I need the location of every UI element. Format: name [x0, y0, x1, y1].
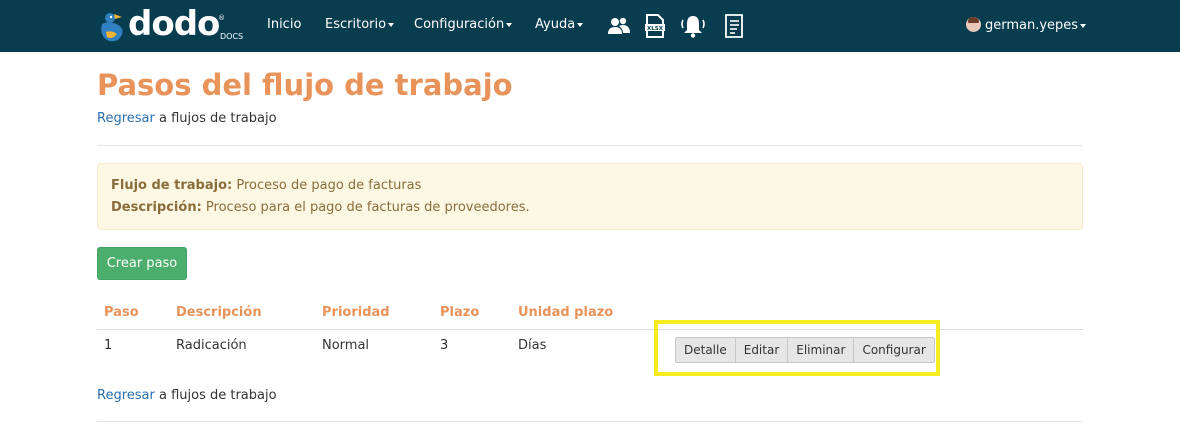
- row-actions: Detalle Editar Eliminar Configurar: [675, 337, 935, 363]
- caret-down-icon: [1080, 23, 1087, 28]
- workflow-info-row: Flujo de trabajo: Proceso de pago de fac…: [111, 178, 421, 193]
- divider-top: [97, 145, 1083, 146]
- nav-configuracion-label: Configuración: [414, 17, 505, 32]
- document-list-icon[interactable]: [721, 12, 747, 40]
- nav-configuracion[interactable]: Configuración: [414, 17, 513, 32]
- table-header-paso: Paso: [104, 305, 139, 320]
- cell-unidad-plazo: Días: [518, 338, 547, 353]
- table-header-descripcion: Descripción: [176, 305, 262, 320]
- bell-icon[interactable]: [680, 12, 706, 40]
- table-header-plazo: Plazo: [440, 305, 480, 320]
- back-link-bottom[interactable]: Regresar: [97, 388, 155, 403]
- create-step-button[interactable]: Crear paso: [97, 247, 187, 280]
- nav-inicio[interactable]: Inicio: [267, 17, 301, 32]
- nav-ayuda[interactable]: Ayuda: [535, 17, 584, 32]
- cell-prioridad: Normal: [322, 338, 370, 353]
- table-header-prioridad: Prioridad: [322, 305, 390, 320]
- users-icon[interactable]: [606, 12, 632, 40]
- configure-button[interactable]: Configurar: [854, 337, 935, 363]
- edit-button[interactable]: Editar: [735, 337, 789, 363]
- table-header-unidad-plazo: Unidad plazo: [518, 305, 614, 320]
- cell-paso: 1: [104, 338, 113, 353]
- user-menu[interactable]: german.yepes: [966, 17, 1087, 33]
- workflow-label: Flujo de trabajo:: [111, 178, 233, 193]
- logo-text: dodo: [128, 4, 220, 44]
- divider-bottom: [97, 421, 1083, 422]
- caret-down-icon: [577, 22, 584, 27]
- description-info-row: Descripción: Proceso para el pago de fac…: [111, 200, 530, 215]
- back-line-bottom: Regresar a flujos de trabajo: [97, 388, 277, 403]
- page-title: Pasos del flujo de trabajo: [97, 68, 513, 102]
- dodo-docs-logo[interactable]: dodo ® DOCS: [98, 4, 248, 46]
- xlsx-file-icon[interactable]: XLSX: [642, 12, 668, 40]
- logo-subtext: DOCS: [220, 32, 244, 41]
- description-value: Proceso para el pago de facturas de prov…: [201, 200, 530, 215]
- back-text-top: a flujos de trabajo: [154, 111, 277, 126]
- nav-escritorio-label: Escritorio: [325, 17, 387, 32]
- back-text-bottom: a flujos de trabajo: [154, 388, 277, 403]
- svg-text:XLSX: XLSX: [647, 26, 664, 32]
- workflow-info-panel: Flujo de trabajo: Proceso de pago de fac…: [97, 163, 1083, 230]
- detail-button[interactable]: Detalle: [675, 337, 736, 363]
- nav-escritorio[interactable]: Escritorio: [325, 17, 395, 32]
- cell-plazo: 3: [440, 338, 449, 353]
- description-label: Descripción:: [111, 200, 202, 215]
- nav-inicio-label: Inicio: [267, 17, 302, 32]
- workflow-value: Proceso de pago de facturas: [232, 178, 422, 193]
- user-name: german.yepes: [985, 18, 1079, 33]
- user-avatar-icon: [966, 17, 981, 32]
- cell-descripcion: Radicación: [176, 338, 247, 353]
- logo-mark-icon: [101, 13, 123, 42]
- caret-down-icon: [388, 22, 395, 27]
- delete-button[interactable]: Eliminar: [788, 337, 855, 363]
- back-link-top[interactable]: Regresar: [97, 111, 155, 126]
- back-line-top: Regresar a flujos de trabajo: [97, 111, 277, 126]
- nav-ayuda-label: Ayuda: [535, 17, 576, 32]
- caret-down-icon: [506, 22, 513, 27]
- logo-registered-mark: ®: [218, 14, 225, 22]
- top-navbar: dodo ® DOCS Inicio Escritorio Configurac…: [0, 0, 1180, 52]
